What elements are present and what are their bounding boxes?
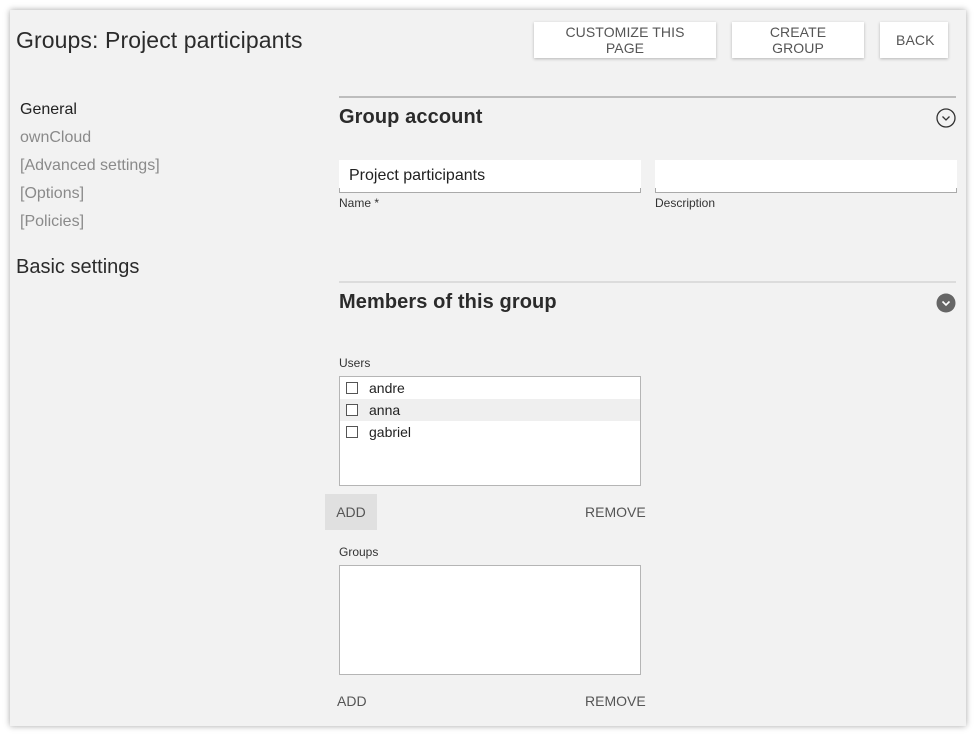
users-label: Users — [339, 356, 371, 370]
name-field: Name * — [339, 160, 641, 210]
customize-page-button[interactable]: CUSTOMIZE THIS PAGE — [534, 22, 716, 58]
remove-user-button[interactable]: REMOVE — [585, 504, 646, 520]
nav-item-owncloud[interactable]: ownCloud — [20, 128, 160, 156]
nav-item-general[interactable]: General — [20, 100, 160, 128]
name-label: Name * — [339, 196, 380, 210]
users-listbox[interactable]: andre anna gabriel — [339, 376, 641, 486]
list-item[interactable]: gabriel — [340, 421, 640, 443]
remove-group-button[interactable]: REMOVE — [585, 693, 646, 709]
nav-item-policies[interactable]: [Policies] — [20, 212, 160, 240]
checkbox[interactable] — [346, 382, 358, 394]
group-account-section: Group account Name * Description — [339, 96, 957, 226]
page-title: Groups: Project participants — [16, 27, 303, 53]
members-title: Members of this group — [339, 291, 557, 313]
nav-item-advanced-settings[interactable]: [Advanced settings] — [20, 156, 160, 184]
groups-listbox[interactable] — [339, 565, 641, 675]
user-name: gabriel — [369, 424, 412, 440]
create-group-button[interactable]: CREATE GROUP — [732, 22, 864, 58]
chevron-circle-down-icon[interactable] — [936, 293, 956, 313]
members-section: Members of this group Users andre anna g… — [325, 281, 956, 721]
groups-label: Groups — [339, 545, 379, 559]
checkbox[interactable] — [346, 426, 358, 438]
checkbox[interactable] — [346, 404, 358, 416]
list-item[interactable]: andre — [340, 377, 640, 399]
description-field: Description — [655, 160, 957, 210]
add-user-button[interactable]: ADD — [325, 494, 377, 530]
back-button[interactable]: BACK — [880, 22, 948, 58]
nav-item-options[interactable]: [Options] — [20, 184, 160, 212]
group-account-title: Group account — [339, 106, 483, 128]
add-group-button[interactable]: ADD — [337, 693, 367, 709]
user-name: anna — [369, 402, 401, 418]
section-divider — [339, 281, 956, 283]
description-label: Description — [655, 196, 716, 210]
section-nav: General ownCloud [Advanced settings] [Op… — [20, 100, 160, 240]
app-window: Groups: Project participants CUSTOMIZE T… — [10, 10, 966, 726]
basic-settings-heading: Basic settings — [16, 256, 140, 278]
chevron-circle-down-icon[interactable] — [936, 108, 956, 128]
list-item[interactable]: anna — [340, 399, 640, 421]
user-name: andre — [369, 380, 405, 396]
section-divider — [339, 96, 956, 98]
